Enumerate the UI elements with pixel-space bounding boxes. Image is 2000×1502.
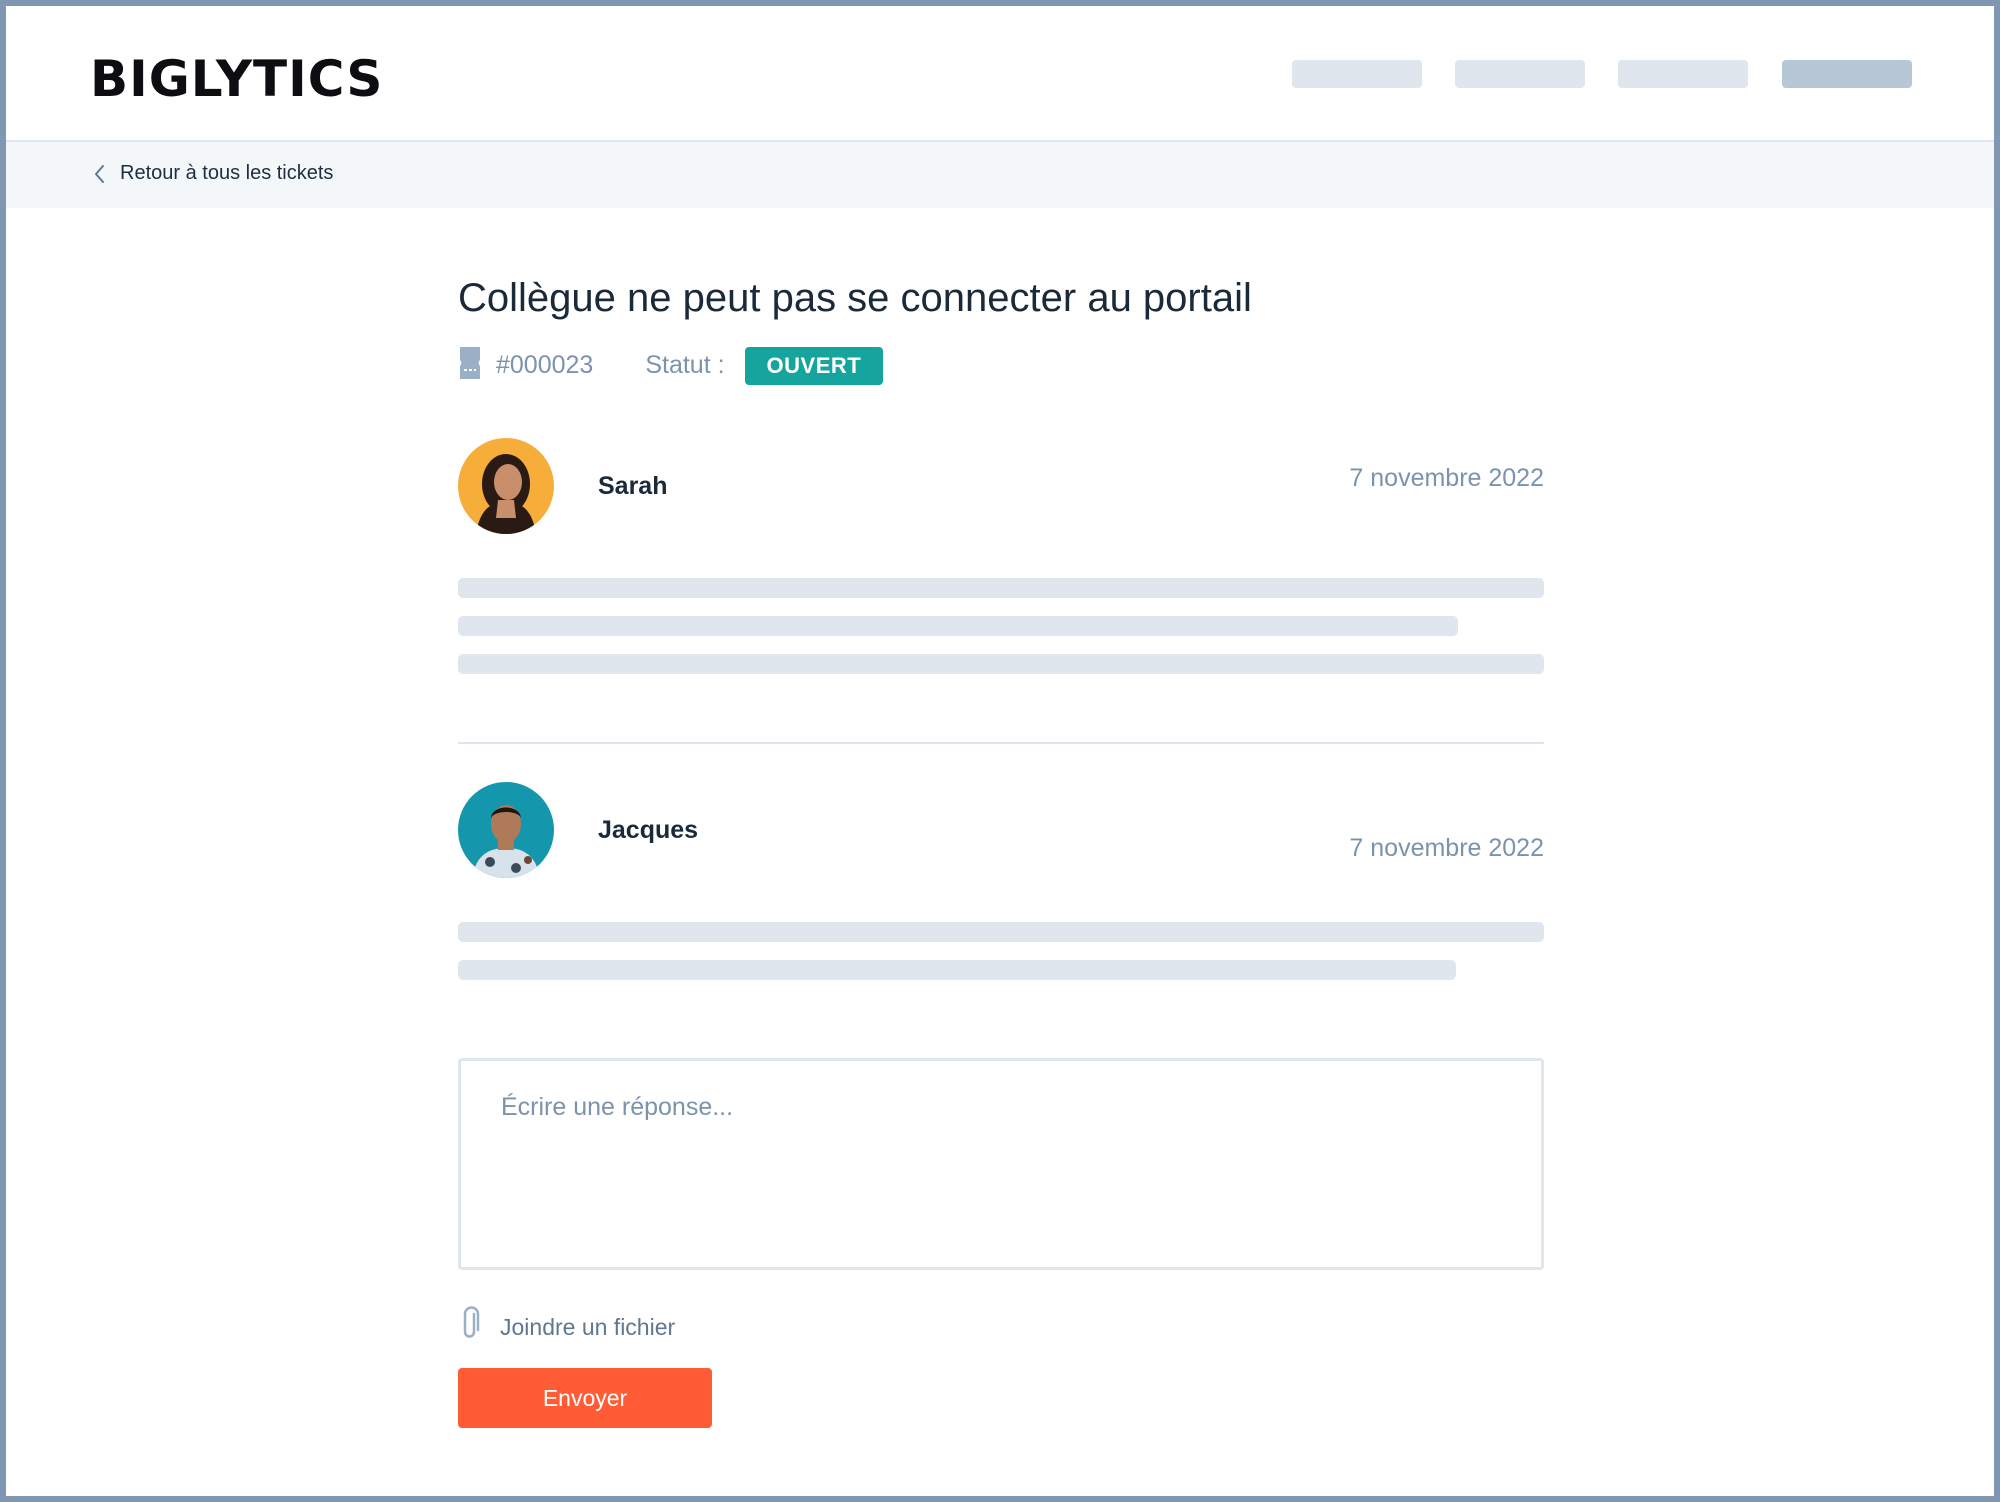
message-text-placeholder [458, 960, 1456, 980]
nav-item-placeholder-1[interactable] [1292, 60, 1422, 88]
ticket-meta: #000023 Statut : OUVERT [458, 344, 884, 387]
app-window: BIGLYTICS Retour à tous les tickets Coll… [0, 0, 2000, 1502]
attach-file-label: Joindre un fichier [500, 1313, 676, 1340]
paperclip-icon [460, 1306, 480, 1348]
message-author: Jacques [598, 816, 699, 844]
message-text-placeholder [458, 578, 1544, 598]
nav-item-placeholder-3[interactable] [1618, 60, 1748, 88]
status-badge: OUVERT [744, 346, 884, 385]
back-link-label: Retour à tous les tickets [120, 162, 334, 184]
back-to-tickets-link[interactable]: Retour à tous les tickets [94, 162, 333, 185]
ticket-number: #000023 [496, 351, 594, 379]
chevron-left-icon [94, 164, 106, 184]
avatar-jacques [458, 782, 554, 878]
message-date: 7 novembre 2022 [1349, 834, 1544, 862]
message-text-placeholder [458, 616, 1458, 636]
ticket-icon [458, 346, 482, 387]
message-text-placeholder [458, 654, 1544, 674]
send-button[interactable]: Envoyer [458, 1368, 712, 1428]
nav-item-placeholder-2[interactable] [1455, 60, 1585, 88]
brand-logo[interactable]: BIGLYTICS [90, 50, 383, 108]
message-divider [458, 742, 1544, 744]
reply-textarea[interactable] [458, 1058, 1544, 1270]
breadcrumb-bar: Retour à tous les tickets [6, 142, 1994, 208]
message-text-placeholder [458, 922, 1544, 942]
message-date: 7 novembre 2022 [1349, 464, 1544, 492]
ticket-detail: Collègue ne peut pas se connecter au por… [458, 276, 1544, 1428]
ticket-title: Collègue ne peut pas se connecter au por… [458, 276, 1252, 320]
avatar-sarah [458, 438, 554, 534]
nav-item-placeholder-4[interactable] [1782, 60, 1912, 88]
top-header: BIGLYTICS [6, 6, 1994, 142]
status-label: Statut : [645, 351, 725, 379]
attach-file-link[interactable]: Joindre un fichier [460, 1306, 675, 1348]
message-author: Sarah [598, 472, 668, 500]
